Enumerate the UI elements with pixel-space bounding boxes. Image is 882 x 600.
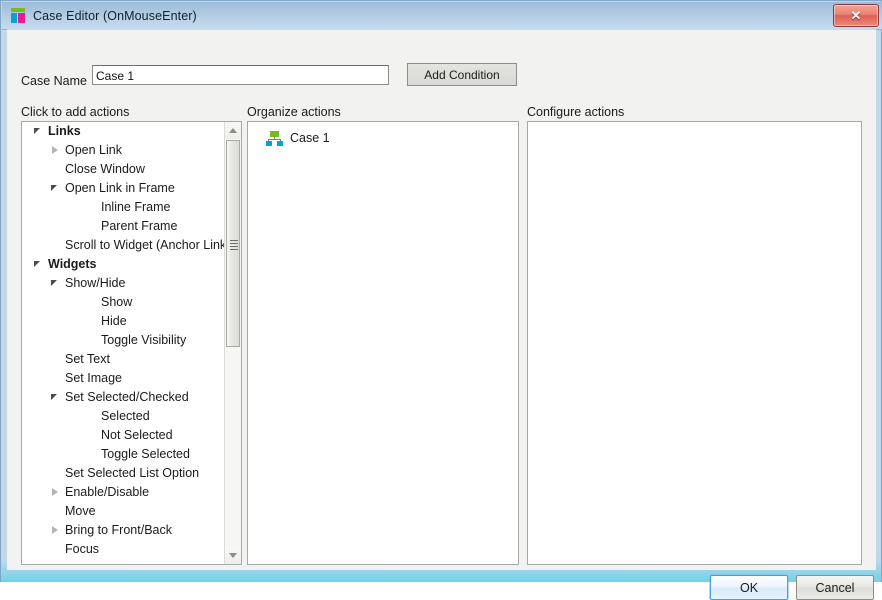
twisty-placeholder: [49, 160, 65, 179]
twisty-expanded-icon[interactable]: [49, 388, 65, 407]
twisty-placeholder: [85, 198, 101, 217]
close-icon: ✕: [850, 8, 862, 23]
action-tree-item[interactable]: Bring to Front/Back: [22, 521, 225, 540]
action-tree-item-label: Open Link: [65, 143, 122, 157]
action-tree-item-label: Toggle Selected: [101, 447, 190, 461]
action-tree-item[interactable]: Set Selected/Checked: [22, 388, 225, 407]
twisty-collapsed-icon[interactable]: [49, 521, 65, 540]
action-tree-item-label: Inline Frame: [101, 200, 171, 214]
action-tree-item-label: Show: [101, 295, 133, 309]
action-tree-item[interactable]: Scroll to Widget (Anchor Link): [22, 236, 225, 255]
twisty-placeholder: [49, 502, 65, 521]
ok-button[interactable]: OK: [710, 575, 788, 600]
axure-logo-icon: [10, 8, 26, 23]
dialog-client-area: Case Name Add Condition Click to add act…: [7, 29, 876, 600]
action-tree-item-label: Set Selected List Option: [65, 466, 200, 480]
chevron-down-icon: [229, 553, 237, 558]
twisty-placeholder: [49, 464, 65, 483]
action-tree-item[interactable]: Show/Hide: [22, 274, 225, 293]
twisty-placeholder: [85, 312, 101, 331]
action-tree-item-label: Widgets: [48, 257, 97, 271]
action-tree-item-label: Selected: [101, 409, 150, 423]
case-node-label: Case 1: [290, 131, 330, 145]
action-tree-item-label: Focus: [65, 542, 100, 556]
twisty-placeholder: [85, 293, 101, 312]
action-tree-item[interactable]: Toggle Visibility: [22, 331, 225, 350]
twisty-expanded-icon[interactable]: [49, 179, 65, 198]
scroll-down-button[interactable]: [225, 547, 241, 564]
case-name-label: Case Name: [21, 74, 87, 88]
action-tree-panel: Links Open Link Close Window Open Link in F…: [21, 121, 242, 565]
twisty-expanded-icon[interactable]: [32, 122, 48, 141]
action-tree-item[interactable]: Open Link in Frame: [22, 179, 225, 198]
action-tree-item-label: Bring to Front/Back: [65, 523, 172, 537]
action-tree-item[interactable]: Widgets: [22, 255, 225, 274]
organize-actions-panel[interactable]: Case 1: [247, 121, 519, 565]
twisty-expanded-icon[interactable]: [32, 255, 48, 274]
action-tree-item[interactable]: Focus: [22, 540, 225, 559]
window-title: Case Editor (OnMouseEnter): [33, 8, 197, 23]
action-tree-item-label: Links: [48, 124, 81, 138]
case-name-input[interactable]: [92, 65, 389, 85]
action-tree-item-label: Set Selected/Checked: [65, 390, 189, 404]
action-tree-item-label: Move: [65, 504, 96, 518]
action-tree-item-label: Set Image: [65, 371, 122, 385]
action-tree-item-label: Enable/Disable: [65, 485, 150, 499]
twisty-placeholder: [49, 369, 65, 388]
case-editor-window: Case Editor (OnMouseEnter) ✕ Case Name A…: [0, 0, 882, 600]
action-tree-item[interactable]: Move: [22, 502, 225, 521]
configure-actions-panel[interactable]: [527, 121, 862, 565]
twisty-collapsed-icon[interactable]: [49, 141, 65, 160]
action-tree-item[interactable]: Enable/Disable: [22, 483, 225, 502]
action-tree-item[interactable]: Set Selected List Option: [22, 464, 225, 483]
action-tree-item-label: Parent Frame: [101, 219, 178, 233]
twisty-placeholder: [49, 540, 65, 559]
twisty-collapsed-icon[interactable]: [49, 483, 65, 502]
action-tree-item-label: Scroll to Widget (Anchor Link): [65, 238, 225, 252]
twisty-expanded-icon[interactable]: [49, 274, 65, 293]
hierarchy-icon: [266, 130, 283, 146]
scroll-up-button[interactable]: [225, 122, 241, 139]
action-tree-item[interactable]: Inline Frame: [22, 198, 225, 217]
grip-icon: [230, 239, 238, 250]
action-tree-item[interactable]: Toggle Selected: [22, 445, 225, 464]
cancel-button[interactable]: Cancel: [796, 575, 874, 600]
action-tree-item[interactable]: Not Selected: [22, 426, 225, 445]
action-tree-item-label: Hide: [101, 314, 127, 328]
case-node[interactable]: Case 1: [266, 129, 330, 147]
action-tree-item-label: Close Window: [65, 162, 145, 176]
action-tree-item-label: Show/Hide: [65, 276, 126, 290]
twisty-placeholder: [85, 217, 101, 236]
action-tree-item[interactable]: Parent Frame: [22, 217, 225, 236]
action-tree-item[interactable]: Links: [22, 122, 225, 141]
configure-actions-header: Configure actions: [527, 105, 625, 119]
action-tree-item[interactable]: Set Image: [22, 369, 225, 388]
title-bar: Case Editor (OnMouseEnter) ✕: [2, 2, 882, 30]
action-tree-item-label: Toggle Visibility: [101, 333, 187, 347]
action-tree-item-label: Not Selected: [101, 428, 173, 442]
action-tree-item[interactable]: Selected: [22, 407, 225, 426]
action-tree-item[interactable]: Close Window: [22, 160, 225, 179]
action-tree-item[interactable]: Open Link: [22, 141, 225, 160]
twisty-placeholder: [49, 236, 65, 255]
action-tree-item[interactable]: Hide: [22, 312, 225, 331]
twisty-placeholder: [85, 445, 101, 464]
action-tree[interactable]: Links Open Link Close Window Open Link in F…: [22, 122, 225, 564]
click-to-add-actions-header: Click to add actions: [21, 105, 130, 119]
action-tree-item[interactable]: Show: [22, 293, 225, 312]
twisty-placeholder: [85, 426, 101, 445]
scrollbar-thumb[interactable]: [226, 140, 240, 347]
action-tree-scrollbar[interactable]: [224, 122, 241, 564]
action-tree-item-label: Set Text: [65, 352, 110, 366]
action-tree-item-label: Open Link in Frame: [65, 181, 175, 195]
organize-actions-header: Organize actions: [247, 105, 341, 119]
twisty-placeholder: [85, 407, 101, 426]
twisty-placeholder: [85, 331, 101, 350]
chevron-up-icon: [229, 128, 237, 133]
action-tree-item[interactable]: Set Text: [22, 350, 225, 369]
close-button[interactable]: ✕: [833, 4, 879, 27]
twisty-placeholder: [49, 350, 65, 369]
add-condition-button[interactable]: Add Condition: [407, 63, 517, 86]
